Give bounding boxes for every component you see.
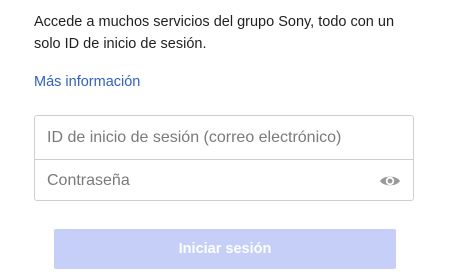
password-field-wrapper: [35, 159, 413, 202]
signin-id-field-wrapper: [35, 116, 413, 159]
signin-id-input[interactable]: [35, 116, 413, 159]
more-info-link[interactable]: Más información: [34, 72, 140, 92]
sign-in-page: Accede a muchos servicios del grupo Sony…: [0, 0, 450, 276]
password-input[interactable]: [35, 160, 413, 202]
intro-text: Accede a muchos servicios del grupo Sony…: [34, 14, 395, 52]
eye-icon[interactable]: [379, 172, 401, 190]
sign-in-button[interactable]: Iniciar sesión: [54, 229, 396, 269]
login-fields: [34, 115, 414, 202]
